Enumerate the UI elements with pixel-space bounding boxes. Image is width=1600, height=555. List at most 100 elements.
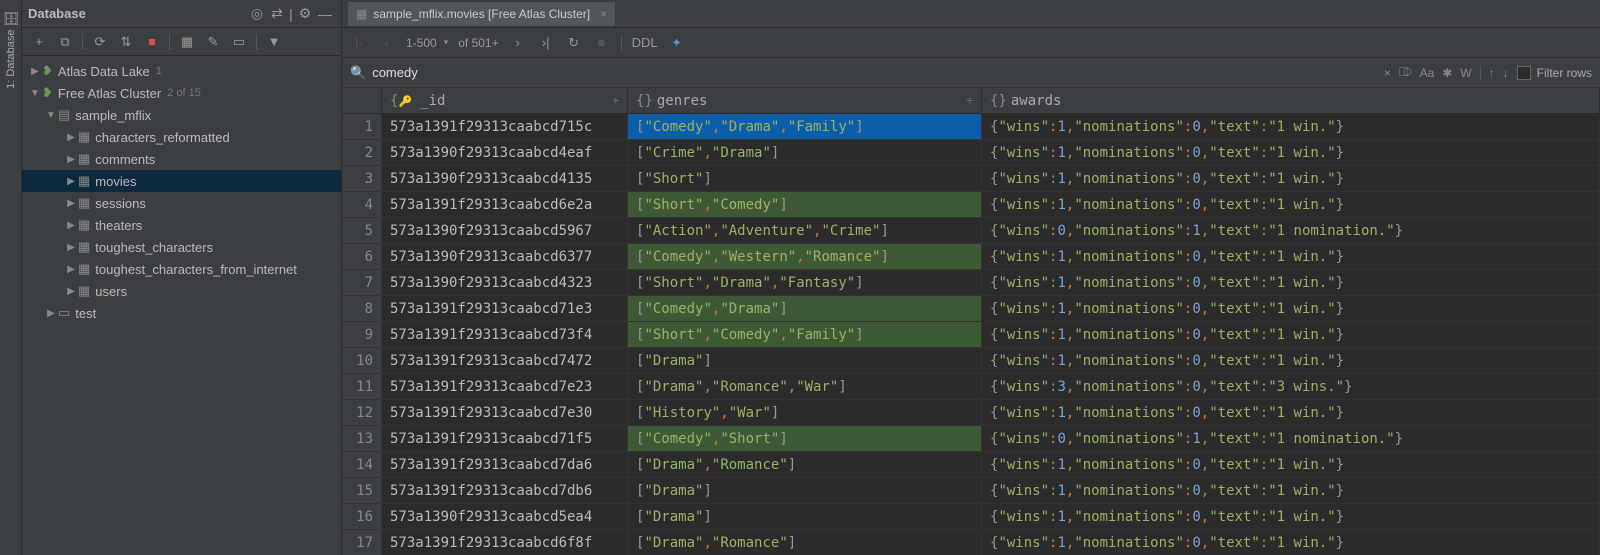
cell-awards[interactable]: {"wins": 1, "nominations": 0, "text": "1…	[982, 192, 1600, 218]
first-page-icon[interactable]: |‹	[350, 35, 368, 50]
cell-awards[interactable]: {"wins": 1, "nominations": 0, "text": "1…	[982, 322, 1600, 348]
tree-item-sample-mflix[interactable]: ▼▤sample_mflix	[22, 104, 341, 126]
table-row[interactable]: 11573a1391f29313caabcd7e23["Drama", "Rom…	[342, 374, 1600, 400]
table-row[interactable]: 13573a1391f29313caabcd71f5["Comedy", "Sh…	[342, 426, 1600, 452]
cell-id[interactable]: 573a1390f29313caabcd4323	[382, 270, 628, 296]
cell-genres[interactable]: ["Action", "Adventure", "Crime"]	[628, 218, 982, 244]
cell-genres[interactable]: ["Drama"]	[628, 504, 982, 530]
cell-genres[interactable]: ["Drama"]	[628, 348, 982, 374]
cell-genres[interactable]: ["Short"]	[628, 166, 982, 192]
reload-icon[interactable]: ↻	[565, 35, 583, 51]
expand-icon[interactable]: ▶	[64, 176, 78, 187]
cell-genres[interactable]: ["Comedy", "Short"]	[628, 426, 982, 452]
cell-id[interactable]: 573a1391f29313caabcd6e2a	[382, 192, 628, 218]
whole-toggle[interactable]: ✱	[1442, 66, 1452, 80]
cell-id[interactable]: 573a1390f29313caabcd4eaf	[382, 140, 628, 166]
cell-id[interactable]: 573a1391f29313caabcd7db6	[382, 478, 628, 504]
cell-id[interactable]: 573a1391f29313caabcd7472	[382, 348, 628, 374]
ddl-button[interactable]: DDL	[632, 35, 658, 50]
cancel-query-icon[interactable]: ■	[593, 35, 611, 50]
cell-awards[interactable]: {"wins": 1, "nominations": 0, "text": "1…	[982, 530, 1600, 555]
cell-awards[interactable]: {"wins": 0, "nominations": 1, "text": "1…	[982, 218, 1600, 244]
close-icon[interactable]: ×	[600, 7, 607, 21]
column-header-genres[interactable]: {} genres ÷	[628, 88, 982, 113]
editor-tab[interactable]: ▦ sample_mflix.movies [Free Atlas Cluste…	[348, 2, 615, 26]
cell-genres[interactable]: ["Drama", "Romance"]	[628, 452, 982, 478]
cell-genres[interactable]: ["Crime", "Drama"]	[628, 140, 982, 166]
table-row[interactable]: 15573a1391f29313caabcd7db6["Drama"]{"win…	[342, 478, 1600, 504]
cell-id[interactable]: 573a1391f29313caabcd715c	[382, 114, 628, 140]
table-row[interactable]: 3573a1390f29313caabcd4135["Short"]{"wins…	[342, 166, 1600, 192]
tree-item-toughest-characters-from-internet[interactable]: ▶▦toughest_characters_from_internet	[22, 258, 341, 280]
expand-icon[interactable]: ▼	[44, 110, 58, 121]
search-input[interactable]	[372, 65, 1376, 80]
cell-id[interactable]: 573a1391f29313caabcd71e3	[382, 296, 628, 322]
filter-icon[interactable]: ▼	[263, 31, 285, 53]
expand-icon[interactable]: ▶	[64, 132, 78, 143]
cell-id[interactable]: 573a1391f29313caabcd7da6	[382, 452, 628, 478]
column-header-awards[interactable]: {} awards	[982, 88, 1600, 113]
table-icon[interactable]: ▦	[176, 31, 198, 53]
regex-toggle[interactable]: ⎄	[1399, 65, 1412, 80]
collapse-icon[interactable]: ⇄	[267, 5, 287, 22]
cell-id[interactable]: 573a1390f29313caabcd5967	[382, 218, 628, 244]
cell-awards[interactable]: {"wins": 1, "nominations": 0, "text": "1…	[982, 348, 1600, 374]
last-page-icon[interactable]: ›|	[537, 35, 555, 50]
case-toggle[interactable]: Aa	[1420, 66, 1435, 80]
cell-id[interactable]: 573a1390f29313caabcd4135	[382, 166, 628, 192]
minimize-icon[interactable]: —	[315, 6, 335, 22]
cell-id[interactable]: 573a1390f29313caabcd5ea4	[382, 504, 628, 530]
clear-search-icon[interactable]: ×	[1384, 66, 1391, 80]
next-page-icon[interactable]: ›	[509, 35, 527, 50]
expand-icon[interactable]: ▶	[28, 66, 42, 77]
tree-item-theaters[interactable]: ▶▦theaters	[22, 214, 341, 236]
tree-item-test[interactable]: ▶▭test	[22, 302, 341, 324]
cell-awards[interactable]: {"wins": 1, "nominations": 0, "text": "1…	[982, 296, 1600, 322]
expand-icon[interactable]: ▶	[64, 286, 78, 297]
cell-genres[interactable]: ["History", "War"]	[628, 400, 982, 426]
cell-id[interactable]: 573a1391f29313caabcd7e23	[382, 374, 628, 400]
stop-icon[interactable]: ■	[141, 31, 163, 53]
table-row[interactable]: 8573a1391f29313caabcd71e3["Comedy", "Dra…	[342, 296, 1600, 322]
expand-icon[interactable]: ▶	[64, 242, 78, 253]
table-row[interactable]: 1573a1391f29313caabcd715c["Comedy", "Dra…	[342, 114, 1600, 140]
cell-genres[interactable]: ["Short", "Comedy"]	[628, 192, 982, 218]
cell-awards[interactable]: {"wins": 1, "nominations": 0, "text": "1…	[982, 166, 1600, 192]
add-row-icon[interactable]: ✦	[668, 35, 686, 51]
copy-icon[interactable]: ⧉	[54, 31, 76, 53]
tree-item-characters-reformatted[interactable]: ▶▦characters_reformatted	[22, 126, 341, 148]
sync-icon[interactable]: ⇅	[115, 31, 137, 53]
cell-genres[interactable]: ["Comedy", "Western", "Romance"]	[628, 244, 982, 270]
cell-id[interactable]: 573a1390f29313caabcd6377	[382, 244, 628, 270]
cell-genres[interactable]: ["Short", "Drama", "Fantasy"]	[628, 270, 982, 296]
tree-item-atlas-data-lake[interactable]: ▶❥Atlas Data Lake1	[22, 60, 341, 82]
cell-awards[interactable]: {"wins": 1, "nominations": 0, "text": "1…	[982, 452, 1600, 478]
table-row[interactable]: 5573a1390f29313caabcd5967["Action", "Adv…	[342, 218, 1600, 244]
words-toggle[interactable]: W	[1460, 66, 1471, 80]
cell-genres[interactable]: ["Comedy", "Drama", "Family"]	[628, 114, 982, 140]
tree-item-movies[interactable]: ▶▦movies	[22, 170, 341, 192]
cell-awards[interactable]: {"wins": 1, "nominations": 0, "text": "1…	[982, 244, 1600, 270]
cell-id[interactable]: 573a1391f29313caabcd71f5	[382, 426, 628, 452]
tree-item-users[interactable]: ▶▦users	[22, 280, 341, 302]
tree-item-toughest-characters[interactable]: ▶▦toughest_characters	[22, 236, 341, 258]
cell-genres[interactable]: ["Drama", "Romance", "War"]	[628, 374, 982, 400]
cell-awards[interactable]: {"wins": 1, "nominations": 0, "text": "1…	[982, 114, 1600, 140]
column-header-id[interactable]: {🔑 _id ÷	[382, 88, 628, 113]
cell-id[interactable]: 573a1391f29313caabcd73f4	[382, 322, 628, 348]
prev-page-icon[interactable]: ‹	[378, 35, 396, 50]
table-row[interactable]: 14573a1391f29313caabcd7da6["Drama", "Rom…	[342, 452, 1600, 478]
cell-genres[interactable]: ["Short", "Comedy", "Family"]	[628, 322, 982, 348]
table-row[interactable]: 16573a1390f29313caabcd5ea4["Drama"]{"win…	[342, 504, 1600, 530]
cell-genres[interactable]: ["Drama"]	[628, 478, 982, 504]
cell-id[interactable]: 573a1391f29313caabcd7e30	[382, 400, 628, 426]
refresh-icon[interactable]: ⟳	[89, 31, 111, 53]
table-row[interactable]: 17573a1391f29313caabcd6f8f["Drama", "Rom…	[342, 530, 1600, 555]
cell-awards[interactable]: {"wins": 3, "nominations": 0, "text": "3…	[982, 374, 1600, 400]
cell-awards[interactable]: {"wins": 1, "nominations": 0, "text": "1…	[982, 400, 1600, 426]
database-tool-tab[interactable]: 1: Database🗄	[3, 4, 18, 95]
table-row[interactable]: 12573a1391f29313caabcd7e30["History", "W…	[342, 400, 1600, 426]
sort-icon[interactable]: ÷	[966, 94, 973, 107]
table-row[interactable]: 9573a1391f29313caabcd73f4["Short", "Come…	[342, 322, 1600, 348]
query-console-icon[interactable]: ▭	[228, 31, 250, 53]
